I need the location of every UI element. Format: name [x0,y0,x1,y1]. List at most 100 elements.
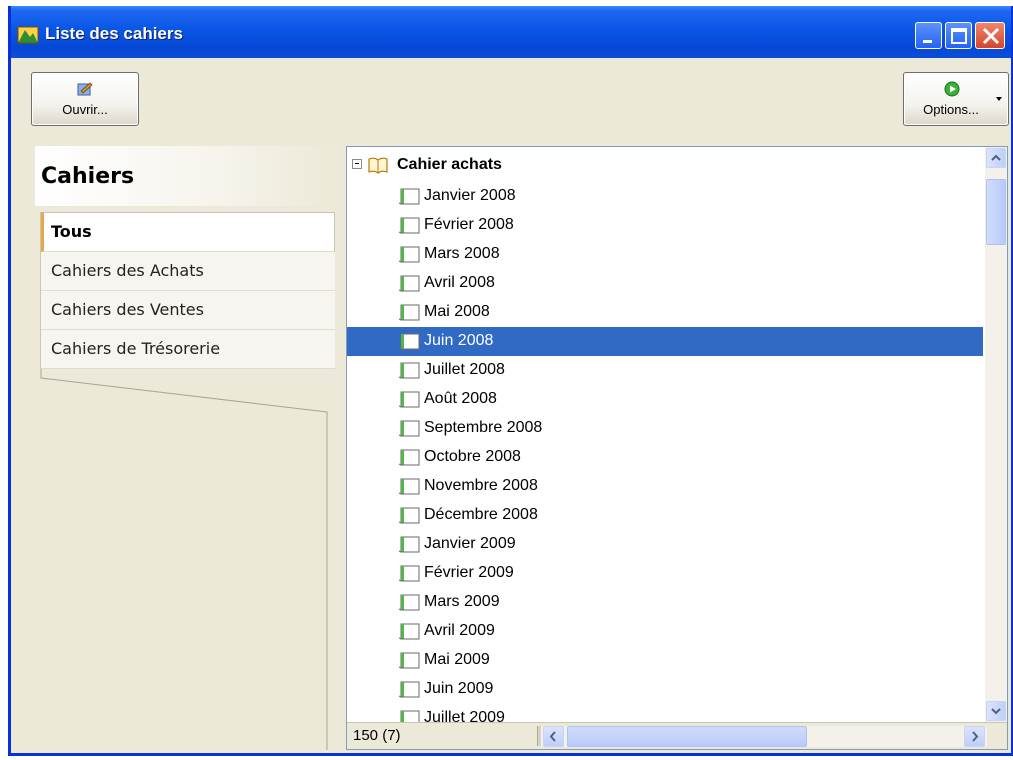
ledger-book-icon [398,420,420,437]
categories-panel: Cahiers Tous Cahiers des Achats Cahiers … [35,146,335,750]
category-item-treasury[interactable]: Cahiers de Trésorerie [41,330,335,369]
ledger-book-icon [398,652,420,669]
tree-item[interactable]: Janvier 2009 [347,530,983,559]
ledger-book-icon [398,362,420,379]
tree-item-label: Mars 2009 [424,593,500,610]
tree-item-label: Août 2008 [424,390,497,407]
window-title: Liste des cahiers [45,24,183,43]
ledger-book-icon [398,449,420,466]
title-bar[interactable]: Liste des cahiers [11,6,1011,58]
tree-item[interactable]: Août 2008 [347,385,983,414]
chevron-down-icon [991,708,1001,715]
category-item-all[interactable]: Tous [41,212,335,252]
tree-item[interactable]: Juin 2008 [347,327,983,356]
ledger-book-icon [398,304,420,321]
open-book-icon [368,157,388,174]
item-count: 150 (7) [353,727,401,744]
vertical-scrollbar[interactable] [985,147,1007,722]
tree-item[interactable]: Janvier 2008 [347,182,983,211]
tree-item-label: Janvier 2009 [424,535,516,552]
ledger-tree[interactable]: Cahier achats Janvier 2008 Février 2008 Ma… [347,147,983,722]
open-button[interactable]: Ouvrir... [31,72,139,126]
tree-item-label: Avril 2009 [424,622,495,639]
ledger-book-icon [398,246,420,263]
tree-item[interactable]: Mai 2008 [347,298,983,327]
maximize-icon [951,28,967,44]
options-button-label: Options... [923,102,979,117]
chevron-right-icon [972,731,979,742]
tree-item-label: Février 2008 [424,216,514,233]
tree-item[interactable]: Mars 2008 [347,240,983,269]
maximize-button[interactable] [945,22,972,49]
scroll-left-button[interactable] [543,726,564,747]
collapse-icon[interactable] [352,159,362,169]
tree-item-label: Mai 2009 [424,651,490,668]
tree-item[interactable]: Février 2008 [347,211,983,240]
ledger-book-icon [398,536,420,553]
tree-item[interactable]: Avril 2009 [347,617,983,646]
tree-item-label: Mars 2008 [424,245,500,262]
ledger-tree-panel: Cahier achats Janvier 2008 Février 2008 Ma… [346,146,1008,750]
chevron-up-icon [991,154,1001,161]
tree-item-label: Juillet 2009 [424,709,505,722]
horizontal-scrollbar[interactable] [541,726,987,747]
ledger-book-icon [398,188,420,205]
tree-item-label: Février 2009 [424,564,514,581]
ledger-book-icon [400,710,420,722]
tree-root-node[interactable]: Cahier achats [347,151,983,179]
tree-item[interactable]: Mai 2009 [347,646,983,675]
tree-item-label: Novembre 2008 [424,477,538,494]
minimize-icon [923,40,932,43]
options-button[interactable]: Options... [903,72,1009,126]
ledger-book-icon [398,507,420,524]
vertical-scroll-thumb[interactable] [986,179,1006,245]
tree-item[interactable]: Octobre 2008 [347,443,983,472]
tree-item[interactable]: Juin 2009 [347,675,983,704]
minimize-button[interactable] [915,22,942,49]
category-item-purchases[interactable]: Cahiers des Achats [41,252,335,291]
ledger-book-icon [398,391,420,408]
tree-item[interactable]: Juillet 2008 [347,356,983,385]
tree-item[interactable]: Novembre 2008 [347,472,983,501]
tree-item[interactable]: Décembre 2008 [347,501,983,530]
tree-item-label: Décembre 2008 [424,506,538,523]
ledger-app-icon [17,26,39,44]
close-button[interactable] [975,22,1005,49]
tree-item-label: Juin 2008 [424,332,494,349]
scroll-down-button[interactable] [986,701,1006,721]
ledger-book-icon [398,478,420,495]
tree-item[interactable]: Avril 2008 [347,269,983,298]
ledger-book-icon [398,565,420,582]
tree-item-label: Septembre 2008 [424,419,543,436]
scroll-right-button[interactable] [964,726,985,747]
tree-item-label: Juillet 2008 [424,361,505,378]
tree-item-label: Octobre 2008 [424,448,521,465]
ledger-book-icon [398,217,420,234]
open-button-label: Ouvrir... [62,102,108,117]
tree-item[interactable]: Juillet 2009 [347,704,983,722]
tree-root-label: Cahier achats [397,156,502,173]
close-icon [982,27,1000,45]
chevron-down-icon[interactable] [996,97,1002,101]
status-bar: 150 (7) [347,722,1007,749]
categories-list: Tous Cahiers des Achats Cahiers des Vent… [41,212,335,369]
tree-item[interactable]: Février 2009 [347,559,983,588]
tree-item-label: Avril 2008 [424,274,495,291]
horizontal-scroll-thumb[interactable] [567,726,807,747]
ledger-book-icon [398,623,420,640]
ledger-book-icon [398,681,420,698]
tree-item-label: Juin 2009 [424,680,494,697]
open-ledger-icon [77,82,93,96]
toolbar: Ouvrir... Options... [11,58,1011,138]
ledger-book-icon [398,275,420,292]
tree-item-label: Janvier 2008 [424,187,516,204]
green-play-icon [944,81,960,97]
ledger-book-icon [398,333,420,350]
tree-item-label: Mai 2008 [424,303,490,320]
chevron-left-icon [549,731,556,742]
tree-item[interactable]: Mars 2009 [347,588,983,617]
scroll-up-button[interactable] [986,148,1006,168]
tree-item[interactable]: Septembre 2008 [347,414,983,443]
window: Liste des cahiers Ouvrir... Options... C… [8,6,1013,756]
category-item-sales[interactable]: Cahiers des Ventes [41,291,335,330]
